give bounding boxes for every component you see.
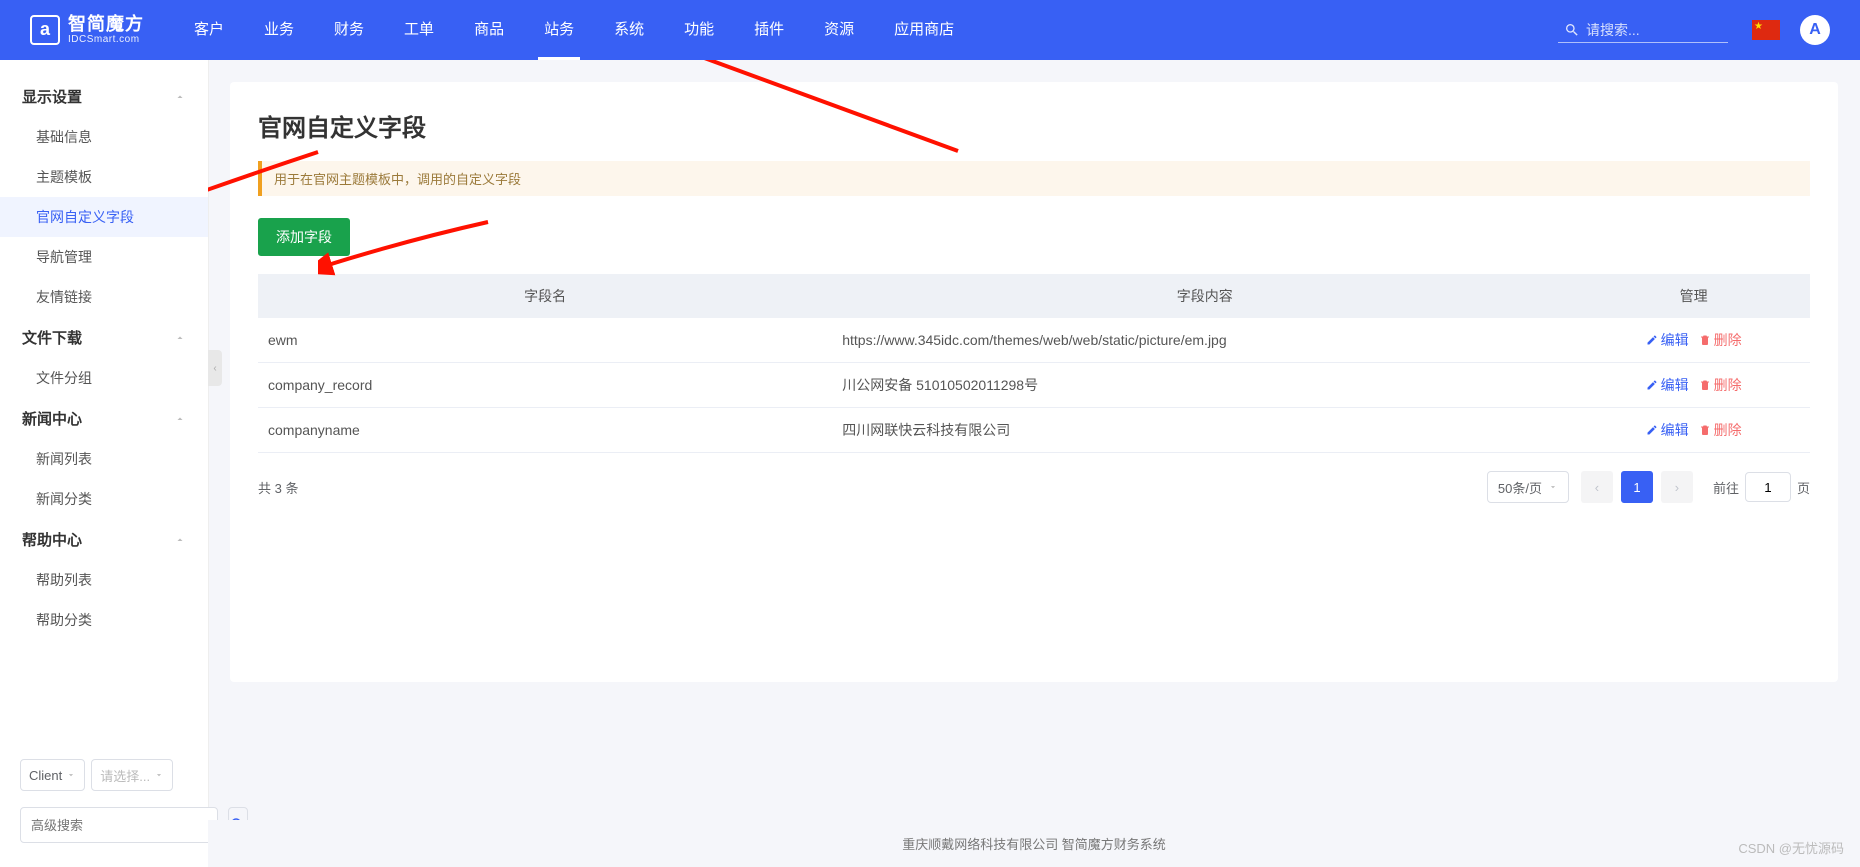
nav-item-7[interactable]: 功能 bbox=[664, 0, 734, 60]
edit-button[interactable]: 编辑 bbox=[1646, 330, 1689, 350]
sidebar-select-value[interactable]: 请选择... bbox=[91, 759, 173, 791]
sidebar: 显示设置基础信息主题模板官网自定义字段导航管理友情链接文件下载文件分组新闻中心新… bbox=[0, 60, 208, 867]
cell-content: https://www.345idc.com/themes/web/web/st… bbox=[832, 318, 1577, 363]
sidebar-item-0-4[interactable]: 友情链接 bbox=[0, 277, 208, 317]
edit-icon bbox=[1646, 424, 1658, 436]
advanced-search-input[interactable] bbox=[20, 807, 218, 843]
cell-content: 四川网联快云科技有限公司 bbox=[832, 408, 1577, 453]
goto-page-input[interactable] bbox=[1745, 472, 1791, 502]
locale-flag-icon[interactable] bbox=[1752, 20, 1780, 40]
logo[interactable]: a 智简魔方 IDCSmart.com bbox=[30, 15, 144, 46]
table-row: ewmhttps://www.345idc.com/themes/web/web… bbox=[258, 318, 1810, 363]
nav-item-5[interactable]: 站务 bbox=[524, 0, 594, 60]
sidebar-item-2-1[interactable]: 新闻分类 bbox=[0, 479, 208, 519]
logo-main-text: 智简魔方 bbox=[68, 15, 144, 35]
goto-page: 前往 页 bbox=[1713, 472, 1810, 502]
chevron-up-icon bbox=[174, 413, 186, 425]
delete-button[interactable]: 删除 bbox=[1699, 330, 1742, 350]
nav-item-6[interactable]: 系统 bbox=[594, 0, 664, 60]
sidebar-item-1-0[interactable]: 文件分组 bbox=[0, 358, 208, 398]
sidebar-item-2-0[interactable]: 新闻列表 bbox=[0, 439, 208, 479]
page-1-button[interactable]: 1 bbox=[1621, 471, 1653, 503]
prev-page-button[interactable]: ‹ bbox=[1581, 471, 1613, 503]
table-footer: 共 3 条 50条/页 ‹ 1 › 前往 页 bbox=[258, 471, 1810, 503]
chevron-down-icon bbox=[1548, 482, 1558, 492]
page-title: 官网自定义字段 bbox=[258, 108, 1810, 143]
trash-icon bbox=[1699, 424, 1711, 436]
top-nav: 客户业务财务工单商品站务系统功能插件资源应用商店 bbox=[174, 0, 1558, 60]
chevron-up-icon bbox=[174, 534, 186, 546]
global-search[interactable] bbox=[1558, 18, 1728, 43]
add-field-button[interactable]: 添加字段 bbox=[258, 218, 350, 256]
search-icon bbox=[1564, 22, 1580, 38]
main-content: 官网自定义字段 用于在官网主题模板中，调用的自定义字段 添加字段 字段名 字段内… bbox=[208, 60, 1860, 867]
nav-item-1[interactable]: 业务 bbox=[244, 0, 314, 60]
top-header: a 智简魔方 IDCSmart.com 客户业务财务工单商品站务系统功能插件资源… bbox=[0, 0, 1860, 60]
sidebar-item-3-0[interactable]: 帮助列表 bbox=[0, 560, 208, 600]
table-row: companyname四川网联快云科技有限公司 编辑删除 bbox=[258, 408, 1810, 453]
edit-icon bbox=[1646, 379, 1658, 391]
nav-item-4[interactable]: 商品 bbox=[454, 0, 524, 60]
nav-item-0[interactable]: 客户 bbox=[174, 0, 244, 60]
cell-name: companyname bbox=[258, 408, 832, 453]
edit-button[interactable]: 编辑 bbox=[1646, 420, 1689, 440]
sidebar-group-0[interactable]: 显示设置 bbox=[0, 76, 208, 117]
col-header-content: 字段内容 bbox=[832, 274, 1577, 318]
sidebar-item-3-1[interactable]: 帮助分类 bbox=[0, 600, 208, 640]
nav-item-2[interactable]: 财务 bbox=[314, 0, 384, 60]
nav-item-8[interactable]: 插件 bbox=[734, 0, 804, 60]
sidebar-group-2[interactable]: 新闻中心 bbox=[0, 398, 208, 439]
col-header-actions: 管理 bbox=[1577, 274, 1810, 318]
sidebar-item-0-2[interactable]: 官网自定义字段 bbox=[0, 197, 208, 237]
sidebar-item-0-0[interactable]: 基础信息 bbox=[0, 117, 208, 157]
sidebar-select-type[interactable]: Client bbox=[20, 759, 85, 791]
sidebar-item-0-3[interactable]: 导航管理 bbox=[0, 237, 208, 277]
delete-button[interactable]: 删除 bbox=[1699, 375, 1742, 395]
cell-name: company_record bbox=[258, 363, 832, 408]
table-row: company_record川公网安备 51010502011298号 编辑删除 bbox=[258, 363, 1810, 408]
edit-button[interactable]: 编辑 bbox=[1646, 375, 1689, 395]
content-card: 官网自定义字段 用于在官网主题模板中，调用的自定义字段 添加字段 字段名 字段内… bbox=[230, 82, 1838, 682]
delete-button[interactable]: 删除 bbox=[1699, 420, 1742, 440]
cell-content: 川公网安备 51010502011298号 bbox=[832, 363, 1577, 408]
sidebar-item-0-1[interactable]: 主题模板 bbox=[0, 157, 208, 197]
page-size-select[interactable]: 50条/页 bbox=[1487, 471, 1569, 503]
fields-table: 字段名 字段内容 管理 ewmhttps://www.345idc.com/th… bbox=[258, 274, 1810, 453]
chevron-down-icon bbox=[154, 770, 164, 780]
logo-sub-text: IDCSmart.com bbox=[68, 34, 144, 45]
nav-item-9[interactable]: 资源 bbox=[804, 0, 874, 60]
col-header-name: 字段名 bbox=[258, 274, 832, 318]
chevron-up-icon bbox=[174, 91, 186, 103]
chevron-up-icon bbox=[174, 332, 186, 344]
nav-item-3[interactable]: 工单 bbox=[384, 0, 454, 60]
edit-icon bbox=[1646, 334, 1658, 346]
tip-bar: 用于在官网主题模板中，调用的自定义字段 bbox=[258, 161, 1810, 196]
sidebar-group-3[interactable]: 帮助中心 bbox=[0, 519, 208, 560]
search-input[interactable] bbox=[1586, 22, 1722, 38]
trash-icon bbox=[1699, 334, 1711, 346]
logo-icon: a bbox=[30, 15, 60, 45]
footer-text: 重庆顺戴网络科技有限公司 智简魔方财务系统 bbox=[208, 820, 1860, 867]
watermark-text: CSDN @无忧源码 bbox=[1738, 838, 1844, 857]
next-page-button[interactable]: › bbox=[1661, 471, 1693, 503]
sidebar-group-1[interactable]: 文件下载 bbox=[0, 317, 208, 358]
nav-item-10[interactable]: 应用商店 bbox=[874, 0, 974, 60]
chevron-down-icon bbox=[66, 770, 76, 780]
user-avatar[interactable]: A bbox=[1800, 15, 1830, 45]
cell-name: ewm bbox=[258, 318, 832, 363]
sidebar-bottom: Client 请选择... bbox=[0, 745, 208, 867]
total-count: 共 3 条 bbox=[258, 478, 1487, 497]
trash-icon bbox=[1699, 379, 1711, 391]
